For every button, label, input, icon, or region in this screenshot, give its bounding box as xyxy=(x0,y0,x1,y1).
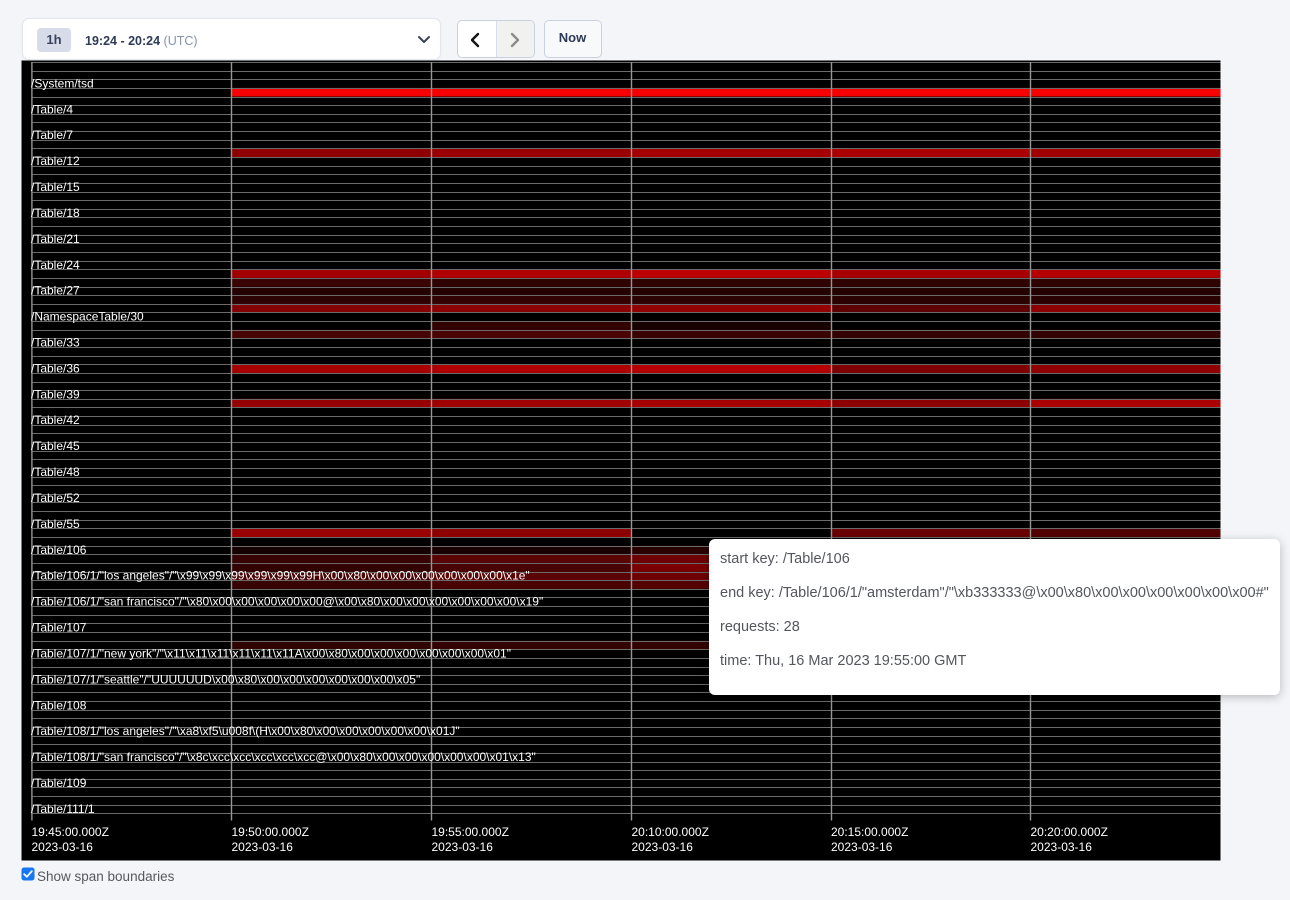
svg-text:/Table/12: /Table/12 xyxy=(31,154,80,168)
svg-text:/Table/18: /Table/18 xyxy=(31,206,80,220)
svg-text:19:45:00.000Z: 19:45:00.000Z xyxy=(32,825,109,839)
svg-text:/Table/52: /Table/52 xyxy=(31,491,80,505)
svg-text:19:55:00.000Z: 19:55:00.000Z xyxy=(432,825,509,839)
svg-text:2023-03-16: 2023-03-16 xyxy=(32,840,94,854)
svg-text:/Table/106/1/"san francisco"/": /Table/106/1/"san francisco"/"\x80\x00\x… xyxy=(31,595,543,609)
svg-text:20:20:00.000Z: 20:20:00.000Z xyxy=(1031,825,1108,839)
svg-text:19:50:00.000Z: 19:50:00.000Z xyxy=(232,825,309,839)
svg-text:2023-03-16: 2023-03-16 xyxy=(232,840,294,854)
svg-text:/Table/109: /Table/109 xyxy=(31,776,87,790)
svg-text:/Table/33: /Table/33 xyxy=(31,336,80,350)
svg-text:/Table/107/1/"new york"/"\x11\: /Table/107/1/"new york"/"\x11\x11\x11\x1… xyxy=(31,646,511,660)
svg-text:/Table/106: /Table/106 xyxy=(31,543,87,557)
svg-text:2023-03-16: 2023-03-16 xyxy=(632,840,694,854)
svg-text:/Table/15: /Table/15 xyxy=(31,180,80,194)
svg-text:/Table/27: /Table/27 xyxy=(31,284,80,298)
svg-text:/Table/36: /Table/36 xyxy=(31,361,80,375)
svg-text:/NamespaceTable/30: /NamespaceTable/30 xyxy=(31,310,144,324)
svg-text:/Table/108/1/"san francisco"/": /Table/108/1/"san francisco"/"\x8c\xcc\x… xyxy=(31,750,536,764)
svg-text:/Table/24: /Table/24 xyxy=(31,258,80,272)
svg-text:2023-03-16: 2023-03-16 xyxy=(831,840,893,854)
svg-text:/Table/48: /Table/48 xyxy=(31,465,80,479)
svg-text:20:10:00.000Z: 20:10:00.000Z xyxy=(632,825,709,839)
svg-text:/Table/108: /Table/108 xyxy=(31,698,87,712)
svg-text:20:15:00.000Z: 20:15:00.000Z xyxy=(831,825,908,839)
svg-text:/Table/107: /Table/107 xyxy=(31,621,87,635)
svg-text:/Table/106/1/"los angeles"/"\x: /Table/106/1/"los angeles"/"\x99\x99\x99… xyxy=(31,569,530,583)
svg-text:2023-03-16: 2023-03-16 xyxy=(432,840,494,854)
svg-text:/Table/4: /Table/4 xyxy=(31,102,73,116)
svg-text:/Table/21: /Table/21 xyxy=(31,232,80,246)
svg-text:/System/tsd: /System/tsd xyxy=(31,76,94,90)
svg-text:/Table/55: /Table/55 xyxy=(31,517,80,531)
svg-text:/Table/42: /Table/42 xyxy=(31,413,80,427)
svg-text:2023-03-16: 2023-03-16 xyxy=(1031,840,1093,854)
svg-text:/Table/7: /Table/7 xyxy=(31,128,73,142)
svg-text:/Table/107/1/"seattle"/"UUUUUU: /Table/107/1/"seattle"/"UUUUUUD\x00\x80\… xyxy=(31,672,420,686)
svg-text:/Table/108/1/"los angeles"/"\x: /Table/108/1/"los angeles"/"\xa8\xf5\u00… xyxy=(31,724,460,738)
svg-text:/Table/45: /Table/45 xyxy=(31,439,80,453)
svg-text:/Table/111/1: /Table/111/1 xyxy=(31,802,95,816)
svg-text:/Table/39: /Table/39 xyxy=(31,387,80,401)
